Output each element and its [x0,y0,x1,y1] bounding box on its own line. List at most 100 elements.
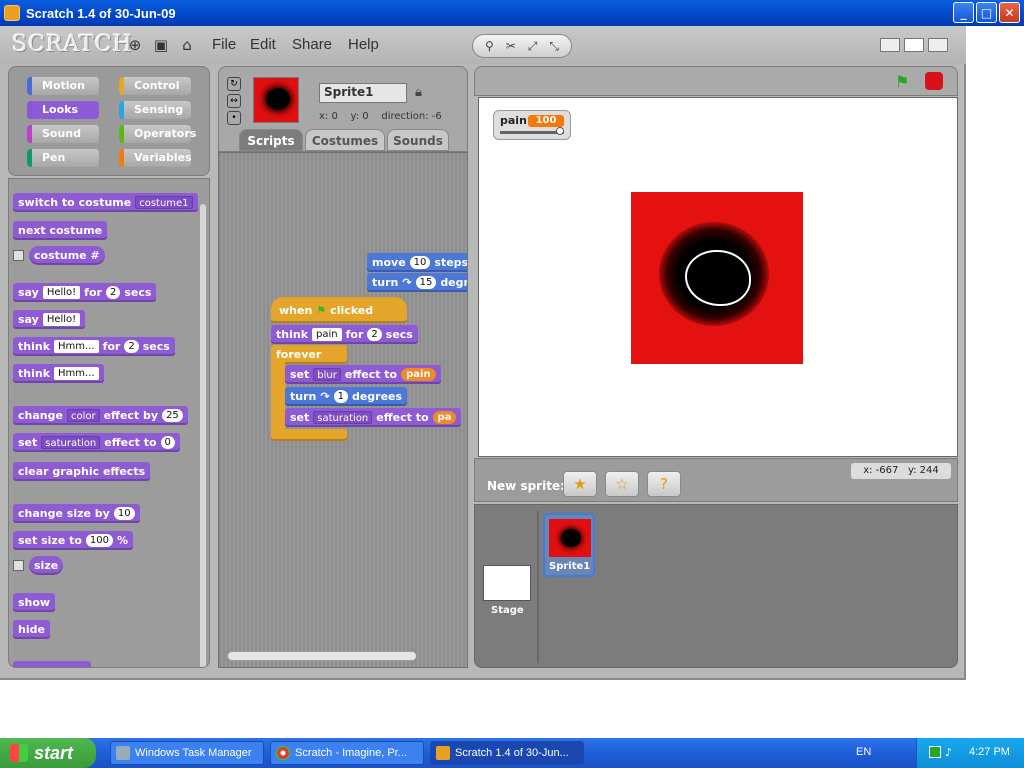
watcher-slider-track[interactable] [500,131,564,134]
save-icon[interactable]: ▣ [152,36,170,54]
stage[interactable]: pain 100 [478,97,958,457]
share-home-icon[interactable]: ⌂ [178,36,196,54]
block-say[interactable]: say Hello! [13,310,86,329]
size-change-input[interactable]: 10 [113,507,135,520]
think-text-input[interactable]: pain [312,328,342,341]
block-think-for[interactable]: think Hmm... for 2 secs [13,337,175,356]
block-hide[interactable]: hide [13,620,50,639]
tab-costumes[interactable]: Costumes [305,129,385,151]
volume-icon[interactable]: ♪ [945,746,957,759]
reporter-costume-num[interactable]: costume # [29,246,105,265]
category-looks[interactable]: Looks [27,101,99,119]
maximize-button[interactable]: □ [976,2,997,23]
script-area[interactable]: move 10 steps turn ↷ 15 degr when ⚑ clic… [218,152,468,668]
random-sprite-icon[interactable]: ? [647,471,681,497]
task-scratch-browser[interactable]: Scratch - Imagine, Pr... [270,741,424,765]
language-indicator[interactable]: EN [856,746,871,758]
category-variables[interactable]: Variables [119,149,192,167]
block-partial[interactable] [13,661,91,667]
sprite-tile-sprite1[interactable]: Sprite1 [543,513,595,577]
flip-style-icon[interactable]: ↔ [227,94,241,108]
grow-icon[interactable]: ⤢ [528,39,538,54]
block-clear-graphic-effects[interactable]: clear graphic effects [13,462,151,481]
globe-icon[interactable]: ⊕ [126,36,144,54]
task-scratch-app[interactable]: Scratch 1.4 of 30-Jun... [430,741,584,765]
block-turn-degrees[interactable]: turn ↷ 15 degr [367,273,467,292]
effect-dropdown[interactable]: saturation [41,436,101,449]
network-icon[interactable] [929,746,941,758]
block-turn-one-degree[interactable]: turn ↷ 1 degrees [285,387,408,406]
say-text-input[interactable]: Hello! [42,286,81,299]
block-set-size[interactable]: set size to 100 % [13,531,134,550]
block-show[interactable]: show [13,593,56,612]
pain-variable-reporter[interactable]: pain [401,368,436,381]
stop-button[interactable] [925,72,943,90]
paint-new-sprite-icon[interactable]: ★ [563,471,597,497]
category-sensing[interactable]: Sensing [119,101,191,119]
title-bar[interactable]: Scratch 1.4 of 30-Jun-09 _ □ ✕ [0,0,1024,26]
degrees-input[interactable]: 1 [333,390,348,403]
degrees-input[interactable]: 15 [415,276,437,289]
effect-dropdown[interactable]: color [66,409,100,422]
think-text-input[interactable]: Hmm... [54,367,99,380]
block-set-blur-effect[interactable]: set blur effect to pain [285,365,441,384]
effect-dropdown[interactable]: saturation [313,411,373,424]
pain-variable-reporter[interactable]: pa [432,411,457,424]
secs-input[interactable]: 2 [105,286,121,299]
duplicate-stamp-icon[interactable]: ⚲ [485,39,494,53]
lock-icon[interactable]: 🔒︎ [415,85,422,100]
effect-value-input[interactable]: 0 [160,436,175,449]
hat-when-flag-clicked[interactable]: when ⚑ clicked [271,297,407,323]
shrink-icon[interactable]: ⤡ [549,39,559,54]
delete-scissors-icon[interactable]: ✂ [506,39,516,53]
block-think[interactable]: think Hmm... [13,364,104,383]
size-input[interactable]: 100 [85,534,114,547]
sprite-on-stage[interactable] [631,192,803,364]
block-change-effect[interactable]: change color effect by 25 [13,406,188,425]
costume-num-checkbox[interactable] [13,250,24,261]
reporter-size[interactable]: size [29,556,64,575]
watcher-slider-knob[interactable] [556,127,564,135]
presentation-mode-icon[interactable] [928,38,948,52]
menu-file[interactable]: File [212,36,236,53]
tab-sounds[interactable]: Sounds [387,129,449,151]
variable-watcher[interactable]: pain 100 [493,110,571,140]
block-switch-costume[interactable]: switch to costume costume1 [13,193,198,212]
stage-thumbnail[interactable] [483,565,531,601]
block-think-for-secs[interactable]: think pain for 2 secs [271,325,418,344]
block-set-effect[interactable]: set saturation effect to 0 [13,433,180,452]
category-motion[interactable]: Motion [27,77,99,95]
say-text-input[interactable]: Hello! [42,313,81,326]
category-pen[interactable]: Pen [27,149,99,167]
close-button[interactable]: ✕ [999,2,1020,23]
task-windows-task-manager[interactable]: Windows Task Manager [110,741,264,765]
choose-sprite-file-icon[interactable]: ☆ [605,471,639,497]
secs-input[interactable]: 2 [367,328,382,341]
category-operators[interactable]: Operators [119,125,196,143]
block-say-for[interactable]: say Hello! for 2 secs [13,283,157,302]
rotate-style-icon[interactable]: ↻ [227,77,241,91]
sprite-name-field[interactable]: Sprite1 [319,83,407,103]
think-text-input[interactable]: Hmm... [54,340,99,353]
costume-dropdown[interactable]: costume1 [135,196,193,209]
menu-help[interactable]: Help [348,36,379,53]
small-stage-mode-icon[interactable] [880,38,900,52]
block-set-saturation-effect[interactable]: set saturation effect to pa [285,408,462,427]
steps-input[interactable]: 10 [409,256,431,269]
normal-stage-mode-icon[interactable] [904,38,924,52]
category-sound[interactable]: Sound [27,125,99,143]
block-move-steps[interactable]: move 10 steps [367,253,467,272]
menu-edit[interactable]: Edit [250,36,276,53]
script-horizontal-scrollbar[interactable] [227,651,417,661]
effect-amount-input[interactable]: 25 [162,409,183,422]
effect-dropdown[interactable]: blur [313,368,341,381]
size-checkbox[interactable] [13,560,24,571]
block-change-size[interactable]: change size by 10 [13,504,140,523]
green-flag-button[interactable]: ⚑ [895,72,909,91]
secs-input[interactable]: 2 [124,340,139,353]
block-next-costume[interactable]: next costume [13,221,108,240]
category-control[interactable]: Control [119,77,191,95]
start-button[interactable]: start [0,738,96,768]
minimize-button[interactable]: _ [953,2,974,23]
tab-scripts[interactable]: Scripts [239,129,303,151]
